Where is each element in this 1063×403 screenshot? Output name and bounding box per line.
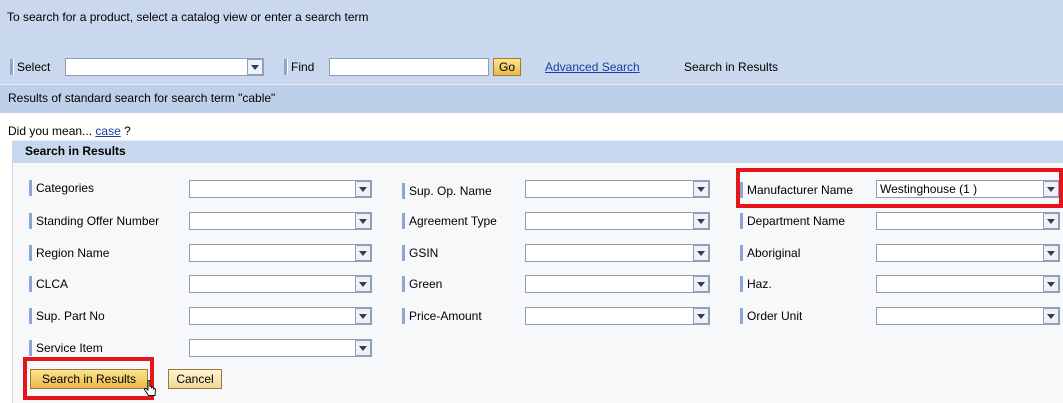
- separator: [10, 59, 14, 75]
- chevron-down-icon[interactable]: [355, 245, 371, 261]
- panel-title: Search in Results: [25, 144, 126, 158]
- field-marker: [402, 245, 405, 261]
- select-label: Select: [17, 60, 51, 74]
- chevron-down-icon[interactable]: [693, 245, 709, 261]
- filter-label-standing-offer-number: Standing Offer Number: [36, 214, 160, 228]
- chevron-down-icon[interactable]: [693, 213, 709, 229]
- chevron-down-icon[interactable]: [355, 181, 371, 197]
- chevron-down-icon[interactable]: [1043, 213, 1059, 229]
- field-marker: [29, 213, 32, 229]
- filter-label-region-name: Region Name: [36, 246, 110, 260]
- find-label: Find: [291, 60, 315, 74]
- filter-label-department-name: Department Name: [747, 214, 846, 228]
- field-marker: [402, 308, 405, 324]
- field-marker: [402, 276, 405, 292]
- service-item-select[interactable]: [189, 339, 372, 357]
- clca-select[interactable]: [189, 275, 372, 293]
- highlight-box-search-button: [23, 357, 154, 400]
- suggestion-link[interactable]: case: [95, 124, 120, 138]
- intro-text: To search for a product, select a catalo…: [7, 10, 369, 24]
- order-unit-select[interactable]: [876, 307, 1060, 325]
- field-marker: [29, 276, 32, 292]
- field-marker: [740, 245, 743, 261]
- chevron-down-icon[interactable]: [355, 308, 371, 324]
- green-select[interactable]: [525, 275, 710, 293]
- filter-label-agreement-type: Agreement Type: [409, 214, 497, 228]
- filter-label-sup-op-name: Sup. Op. Name: [409, 184, 492, 198]
- chevron-down-icon[interactable]: [1043, 276, 1059, 292]
- field-marker: [29, 245, 32, 261]
- region-name-select[interactable]: [189, 244, 372, 262]
- separator: [284, 59, 288, 75]
- results-text: Results of standard search for search te…: [8, 91, 276, 105]
- haz-select[interactable]: [876, 275, 1060, 293]
- catalog-view-select[interactable]: [65, 58, 264, 76]
- filter-label-gsin: GSIN: [409, 246, 439, 260]
- find-input[interactable]: [329, 58, 489, 76]
- field-marker: [740, 308, 743, 324]
- highlight-box-manufacturer: [736, 168, 1063, 208]
- did-you-mean-suffix: ?: [124, 124, 131, 138]
- chevron-down-icon[interactable]: [355, 340, 371, 356]
- filter-label-haz: Haz.: [747, 277, 772, 291]
- go-button[interactable]: Go: [493, 58, 521, 76]
- field-marker: [740, 213, 743, 229]
- chevron-down-icon[interactable]: [693, 181, 709, 197]
- chevron-down-icon[interactable]: [1043, 308, 1059, 324]
- field-marker: [29, 308, 32, 324]
- chevron-down-icon[interactable]: [693, 276, 709, 292]
- chevron-down-icon[interactable]: [247, 59, 263, 75]
- advanced-search-link[interactable]: Advanced Search: [545, 60, 640, 74]
- filter-label-sup-part-no: Sup. Part No: [36, 309, 105, 323]
- department-name-select[interactable]: [876, 212, 1060, 230]
- sup-part-no-select[interactable]: [189, 307, 372, 325]
- filter-label-green: Green: [409, 277, 443, 291]
- did-you-mean: Did you mean... case ?: [8, 124, 131, 138]
- field-marker: [402, 183, 405, 199]
- filter-label-categories: Categories: [36, 181, 95, 195]
- price-amount-select[interactable]: [525, 307, 710, 325]
- agreement-type-select[interactable]: [525, 212, 710, 230]
- cancel-button[interactable]: Cancel: [168, 369, 222, 389]
- sup-op-name-select[interactable]: [525, 180, 710, 198]
- filter-label-price-amount: Price-Amount: [409, 309, 482, 323]
- filter-label-service-item: Service Item: [36, 341, 103, 355]
- field-marker: [402, 213, 405, 229]
- hand-cursor-icon: [144, 380, 156, 396]
- filter-label-order-unit: Order Unit: [747, 309, 803, 323]
- field-marker: [29, 180, 32, 196]
- panel-header: [12, 140, 1063, 164]
- categories-select[interactable]: [189, 180, 372, 198]
- did-you-mean-prefix: Did you mean...: [8, 124, 93, 138]
- filter-label-aboriginal: Aboriginal: [747, 246, 801, 260]
- chevron-down-icon[interactable]: [1043, 245, 1059, 261]
- chevron-down-icon[interactable]: [355, 276, 371, 292]
- search-in-results-tab[interactable]: Search in Results: [684, 60, 778, 74]
- gsin-select[interactable]: [525, 244, 710, 262]
- filter-label-clca: CLCA: [36, 277, 69, 291]
- field-marker: [29, 340, 32, 356]
- chevron-down-icon[interactable]: [693, 308, 709, 324]
- field-marker: [740, 276, 743, 292]
- aboriginal-select[interactable]: [876, 244, 1060, 262]
- standing-offer-number-select[interactable]: [189, 212, 372, 230]
- chevron-down-icon[interactable]: [355, 213, 371, 229]
